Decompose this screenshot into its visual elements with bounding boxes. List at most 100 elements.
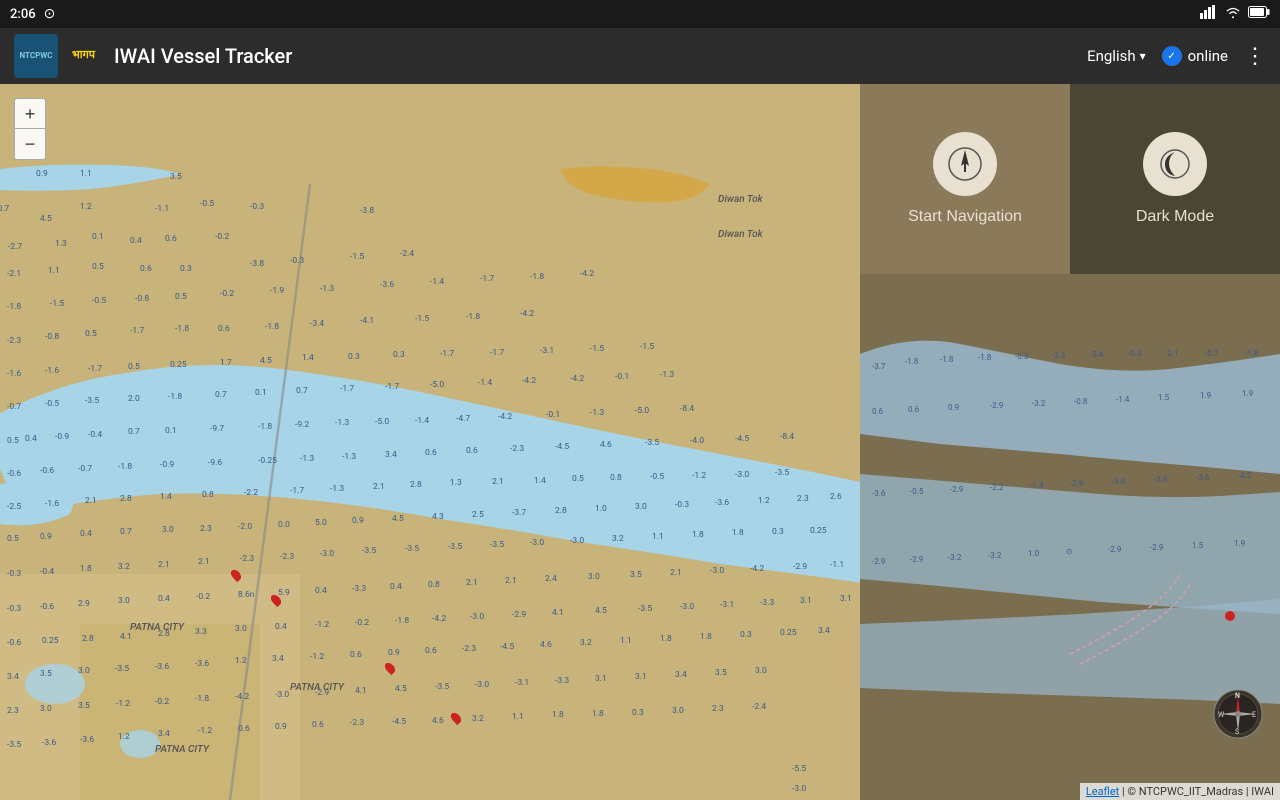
svg-text:-3.2: -3.2 bbox=[948, 553, 962, 562]
dark-mode-button[interactable]: Dark Mode bbox=[1070, 84, 1280, 274]
depth-93: -4.7 bbox=[456, 414, 470, 424]
start-navigation-button[interactable]: Start Navigation bbox=[860, 84, 1070, 274]
menu-icon[interactable]: ⋮ bbox=[1244, 44, 1266, 69]
svg-text:1.9: 1.9 bbox=[1234, 539, 1245, 548]
depth-117: -8.4 bbox=[780, 432, 794, 442]
depth-209: 3.0 bbox=[235, 624, 247, 634]
depth-120: 2.1 bbox=[85, 496, 97, 506]
depth-162: 1.8 bbox=[80, 564, 92, 574]
depth-87: -9.7 bbox=[210, 424, 224, 434]
depth-92: -1.4 bbox=[415, 416, 429, 426]
depth-52: -1.7 bbox=[88, 364, 102, 374]
depth-165: 2.1 bbox=[198, 557, 210, 567]
depth-215: -3.0 bbox=[470, 612, 484, 622]
zoom-in-button[interactable]: + bbox=[15, 99, 45, 129]
depth-274: 0.9 bbox=[275, 722, 287, 732]
depth-230: -3.6 bbox=[195, 659, 209, 669]
depth-266: 3.0 bbox=[755, 666, 767, 676]
depth-171: -3.5 bbox=[448, 542, 462, 552]
depth-184: 3.0 bbox=[118, 596, 130, 606]
depth-149: 4.3 bbox=[432, 512, 444, 522]
attribution-text: | © NTCPWC_IIT_Madras | IWAI bbox=[1122, 785, 1274, 798]
depth-210: 0.4 bbox=[275, 622, 287, 632]
depth-146: 5.0 bbox=[315, 518, 327, 528]
depth-222: -3.3 bbox=[760, 598, 774, 608]
depth-136: -3.0 bbox=[735, 470, 749, 480]
depth-129: 1.3 bbox=[450, 478, 462, 488]
depth-228: -3.5 bbox=[115, 664, 129, 674]
depth-130: 2.1 bbox=[492, 477, 504, 487]
depth-14: 0.6 bbox=[165, 234, 177, 244]
depth-186: -0.2 bbox=[196, 592, 210, 602]
right-map-continuation[interactable]: -3.7 -1.8 -1.8 -1.8 -0.3 -3.4 -3.4 -0.3 … bbox=[860, 274, 1280, 800]
depth-45: -3.4 bbox=[310, 319, 324, 329]
depth-140: 0.4 bbox=[80, 529, 92, 539]
depth-34: -1.4 bbox=[430, 277, 444, 287]
svg-text:भागप: भागप bbox=[72, 48, 96, 61]
depth-218: 4.5 bbox=[595, 606, 607, 616]
depth-180: 0.25 bbox=[810, 526, 827, 536]
depth-91: -5.0 bbox=[375, 417, 389, 427]
depth-57: 1.4 bbox=[302, 353, 314, 363]
chart-background[interactable]: 0.9 1.1 3.5 -0.7 4.5 1.2 -1.1 -0.5 -0.3 … bbox=[0, 84, 860, 800]
depth-112: -4.5 bbox=[555, 442, 569, 452]
depth-115: -4.0 bbox=[690, 436, 704, 446]
depth-85: 0.7 bbox=[128, 427, 140, 437]
depth-250: -1.2 bbox=[116, 699, 130, 709]
zoom-out-button[interactable]: − bbox=[15, 129, 45, 159]
depth-59: 0.3 bbox=[393, 350, 405, 360]
map-container: 0.9 1.1 3.5 -0.7 4.5 1.2 -1.1 -0.5 -0.3 … bbox=[0, 84, 1280, 800]
depth-204: 0.25 bbox=[42, 636, 59, 646]
depth-236: 0.6 bbox=[425, 646, 437, 656]
depth-21: -3.8 bbox=[250, 259, 264, 269]
depth-77: -4.2 bbox=[522, 376, 536, 386]
depth-197: 3.5 bbox=[630, 570, 642, 580]
svg-text:1.9: 1.9 bbox=[1242, 389, 1253, 398]
depth-237: -2.3 bbox=[462, 644, 476, 654]
signal-icon bbox=[1200, 5, 1218, 23]
depth-263: 3.1 bbox=[635, 672, 647, 682]
attribution-bar: Leaflet | © NTCPWC_IIT_Madras | IWAI bbox=[1080, 783, 1280, 800]
language-selector[interactable]: English ▾ bbox=[1087, 47, 1146, 65]
depth-89: -9.2 bbox=[295, 420, 309, 430]
depth-158: 2.3 bbox=[797, 494, 809, 504]
leaflet-link[interactable]: Leaflet bbox=[1086, 785, 1119, 798]
svg-text:W: W bbox=[1218, 711, 1225, 719]
depth-75: -5.0 bbox=[430, 380, 444, 390]
right-panel: Start Navigation Dark Mode bbox=[860, 84, 1280, 800]
depth-275: 0.6 bbox=[312, 720, 324, 730]
depth-229: -3.6 bbox=[155, 662, 169, 672]
depth-47: -1.5 bbox=[415, 314, 429, 324]
depth-191: 0.4 bbox=[390, 582, 402, 592]
depth-156: -3.6 bbox=[715, 498, 729, 508]
depth-254: -3.0 bbox=[275, 690, 289, 700]
depth-15: -0.2 bbox=[215, 232, 229, 242]
svg-text:S: S bbox=[1235, 728, 1239, 736]
depth-42: -1.8 bbox=[175, 324, 189, 334]
svg-text:-0.8: -0.8 bbox=[1074, 397, 1088, 406]
buttons-panel: Start Navigation Dark Mode bbox=[860, 84, 1280, 274]
depth-286: -2.4 bbox=[752, 702, 766, 712]
depth-239: 4.6 bbox=[540, 640, 552, 650]
depth-169: -3.5 bbox=[362, 546, 376, 556]
depth-251: -0.2 bbox=[155, 697, 169, 707]
depth-64: -1.5 bbox=[640, 342, 654, 352]
depth-235: 0.9 bbox=[388, 648, 400, 658]
depth-84: -0.4 bbox=[88, 430, 102, 440]
depth-192: 0.8 bbox=[428, 580, 440, 590]
depth-67: -3.5 bbox=[85, 396, 99, 406]
depth-104: -9.6 bbox=[208, 458, 222, 468]
depth-270: 1.2 bbox=[118, 732, 130, 742]
depth-265: 3.5 bbox=[715, 668, 727, 678]
depth-242: 1.8 bbox=[660, 634, 672, 644]
depth-63: -1.5 bbox=[590, 344, 604, 354]
depth-216: -2.9 bbox=[512, 610, 526, 620]
depth-271: 3.4 bbox=[158, 729, 170, 739]
patna-city-label-3: PATNA CITY bbox=[155, 744, 209, 755]
svg-text:N: N bbox=[1235, 692, 1240, 700]
depth-28: -0.8 bbox=[135, 294, 149, 304]
depth-101: -0.7 bbox=[78, 464, 92, 474]
depth-103: -0.9 bbox=[160, 460, 174, 470]
svg-text:-4.2: -4.2 bbox=[1238, 471, 1252, 480]
depth-203: -0.6 bbox=[7, 638, 21, 648]
